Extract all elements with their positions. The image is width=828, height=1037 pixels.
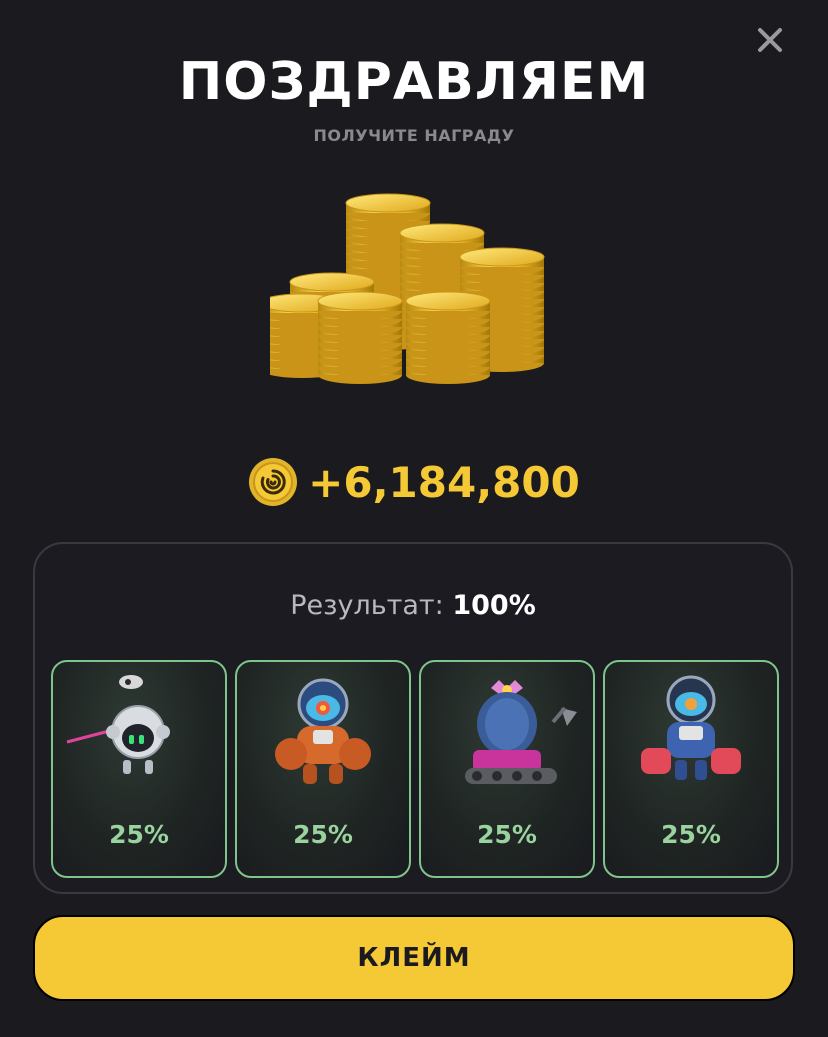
robot-card-percent: 25% — [109, 820, 169, 849]
coin-top — [317, 291, 403, 311]
cactus-tank-robot-image — [465, 680, 577, 784]
coin-icon — [249, 458, 298, 506]
coin-stacks-image — [270, 193, 545, 384]
page-title: ПОЗДРАВЛЯЕМ — [178, 52, 650, 112]
reward-row: +6,184,800 — [0, 454, 828, 510]
orange-mech-robot-image — [275, 678, 371, 784]
drone-robot-image — [66, 675, 170, 774]
result-label: Результат: — [290, 590, 444, 621]
reward-amount: +6,184,800 — [308, 457, 580, 507]
coin-top — [399, 223, 485, 243]
robot-card-percent: 25% — [661, 820, 721, 849]
page-subtitle: ПОЛУЧИТЕ НАГРАДУ — [313, 126, 515, 145]
coin-top — [289, 272, 375, 292]
robot-card-percent: 25% — [293, 820, 353, 849]
coin-top — [345, 193, 431, 213]
claim-button-label: КЛЕЙМ — [357, 943, 471, 973]
robot-card-blue-mech[interactable]: 25% — [603, 660, 779, 878]
robot-card-orange-mech[interactable]: 25% — [235, 660, 411, 878]
result-line: Результат: 100% — [35, 590, 791, 621]
robot-card-cactus-tank[interactable]: 25% — [419, 660, 595, 878]
coin-top — [459, 247, 545, 267]
robot-card-drone[interactable]: 25% — [51, 660, 227, 878]
blue-mech-robot-image — [641, 675, 741, 780]
result-panel: Результат: 100% 25% 25% 25% 25% — [33, 542, 793, 894]
claim-button[interactable]: КЛЕЙМ — [33, 915, 795, 1001]
coin-top — [405, 291, 491, 311]
robot-card-percent: 25% — [477, 820, 537, 849]
result-value: 100% — [452, 590, 536, 621]
